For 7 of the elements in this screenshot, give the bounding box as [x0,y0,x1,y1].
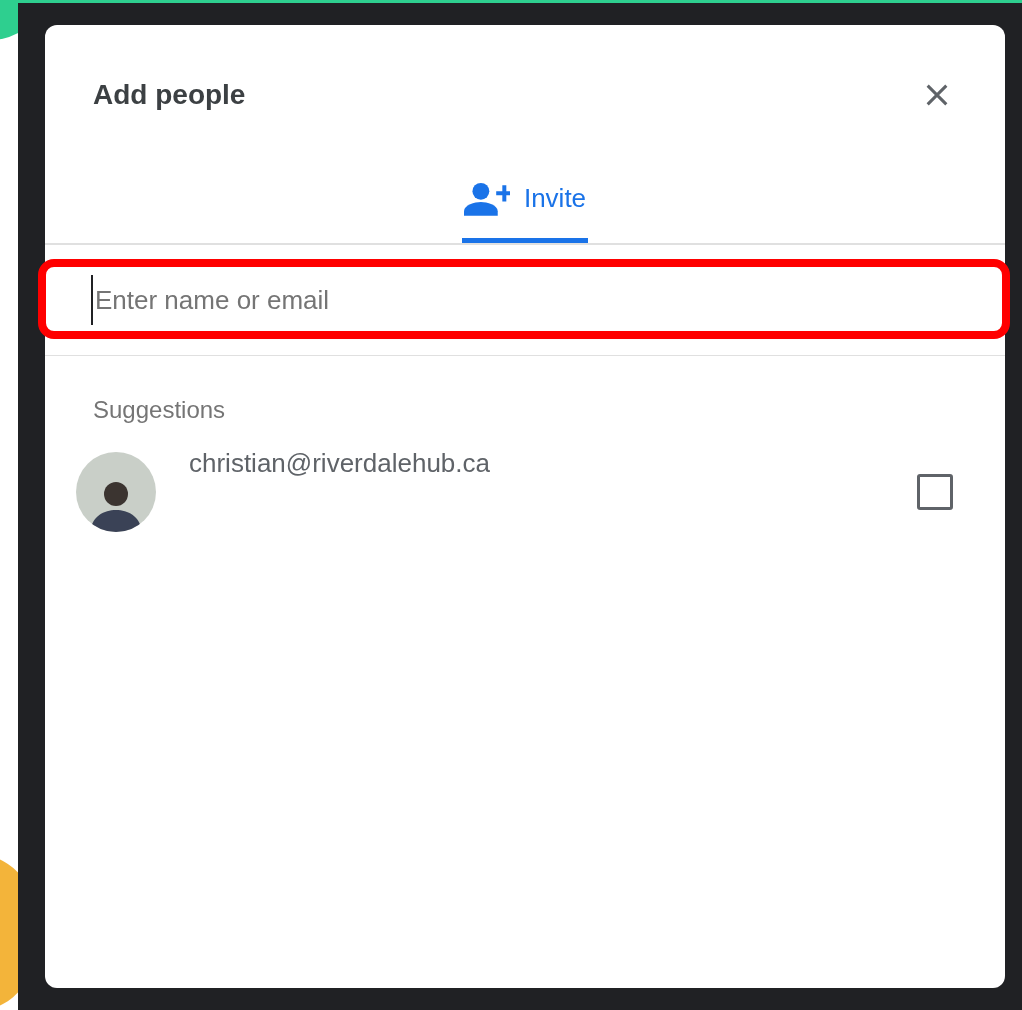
section-heading: Suggestions [92,395,227,425]
checkbox[interactable] [917,474,953,510]
dialog-title: Add people [93,79,246,111]
input-field[interactable]: Enter name or email [91,275,955,325]
invite-tab[interactable]: Invite [461,159,589,243]
suggestion-email: christian@riverdalehub.ca [189,447,491,479]
person-add-icon [463,181,510,216]
